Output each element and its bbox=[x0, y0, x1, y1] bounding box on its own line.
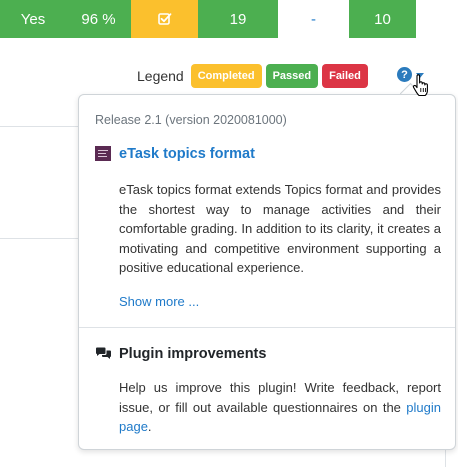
improvements-body: Help us improve this plugin! Write feedb… bbox=[119, 380, 441, 415]
grade-row: Yes 96 % 19 - 10 bbox=[0, 0, 458, 38]
improvements-text: Help us improve this plugin! Write feedb… bbox=[119, 378, 441, 437]
legend: Legend Completed Passed Failed bbox=[137, 63, 372, 89]
check-square-icon bbox=[157, 13, 171, 25]
comments-icon bbox=[96, 347, 111, 359]
plugin-info-popover: Release 2.1 (version 2020081000) eTask t… bbox=[78, 94, 456, 450]
grade-cell-2[interactable]: 10 bbox=[349, 0, 416, 38]
popover-divider bbox=[79, 327, 455, 328]
improvements-title: Plugin improvements bbox=[119, 346, 267, 362]
table-divider bbox=[0, 126, 78, 127]
completed-badge: Completed bbox=[190, 64, 262, 88]
improvements-period: . bbox=[147, 419, 152, 434]
hand-pointer-icon bbox=[412, 74, 428, 97]
legend-label: Legend bbox=[137, 68, 184, 84]
empty-grade-cell[interactable]: - bbox=[278, 0, 349, 38]
status-cell[interactable] bbox=[131, 0, 198, 38]
passed-badge: Passed bbox=[265, 64, 319, 88]
failed-badge: Failed bbox=[322, 64, 368, 88]
grade-cell[interactable]: 19 bbox=[198, 0, 278, 38]
table-divider bbox=[0, 238, 78, 239]
plugin-title[interactable]: eTask topics format bbox=[119, 146, 255, 162]
plugin-logo bbox=[95, 146, 111, 161]
plugin-description: eTask topics format extends Topics forma… bbox=[119, 182, 441, 275]
completion-cell: Yes bbox=[0, 0, 66, 38]
progress-cell: 96 % bbox=[66, 0, 131, 38]
page: Yes 96 % 19 - 10 Legend Completed Passed… bbox=[0, 0, 458, 467]
show-more-link[interactable]: Show more ... bbox=[119, 294, 199, 309]
release-version: Release 2.1 (version 2020081000) bbox=[95, 113, 287, 127]
